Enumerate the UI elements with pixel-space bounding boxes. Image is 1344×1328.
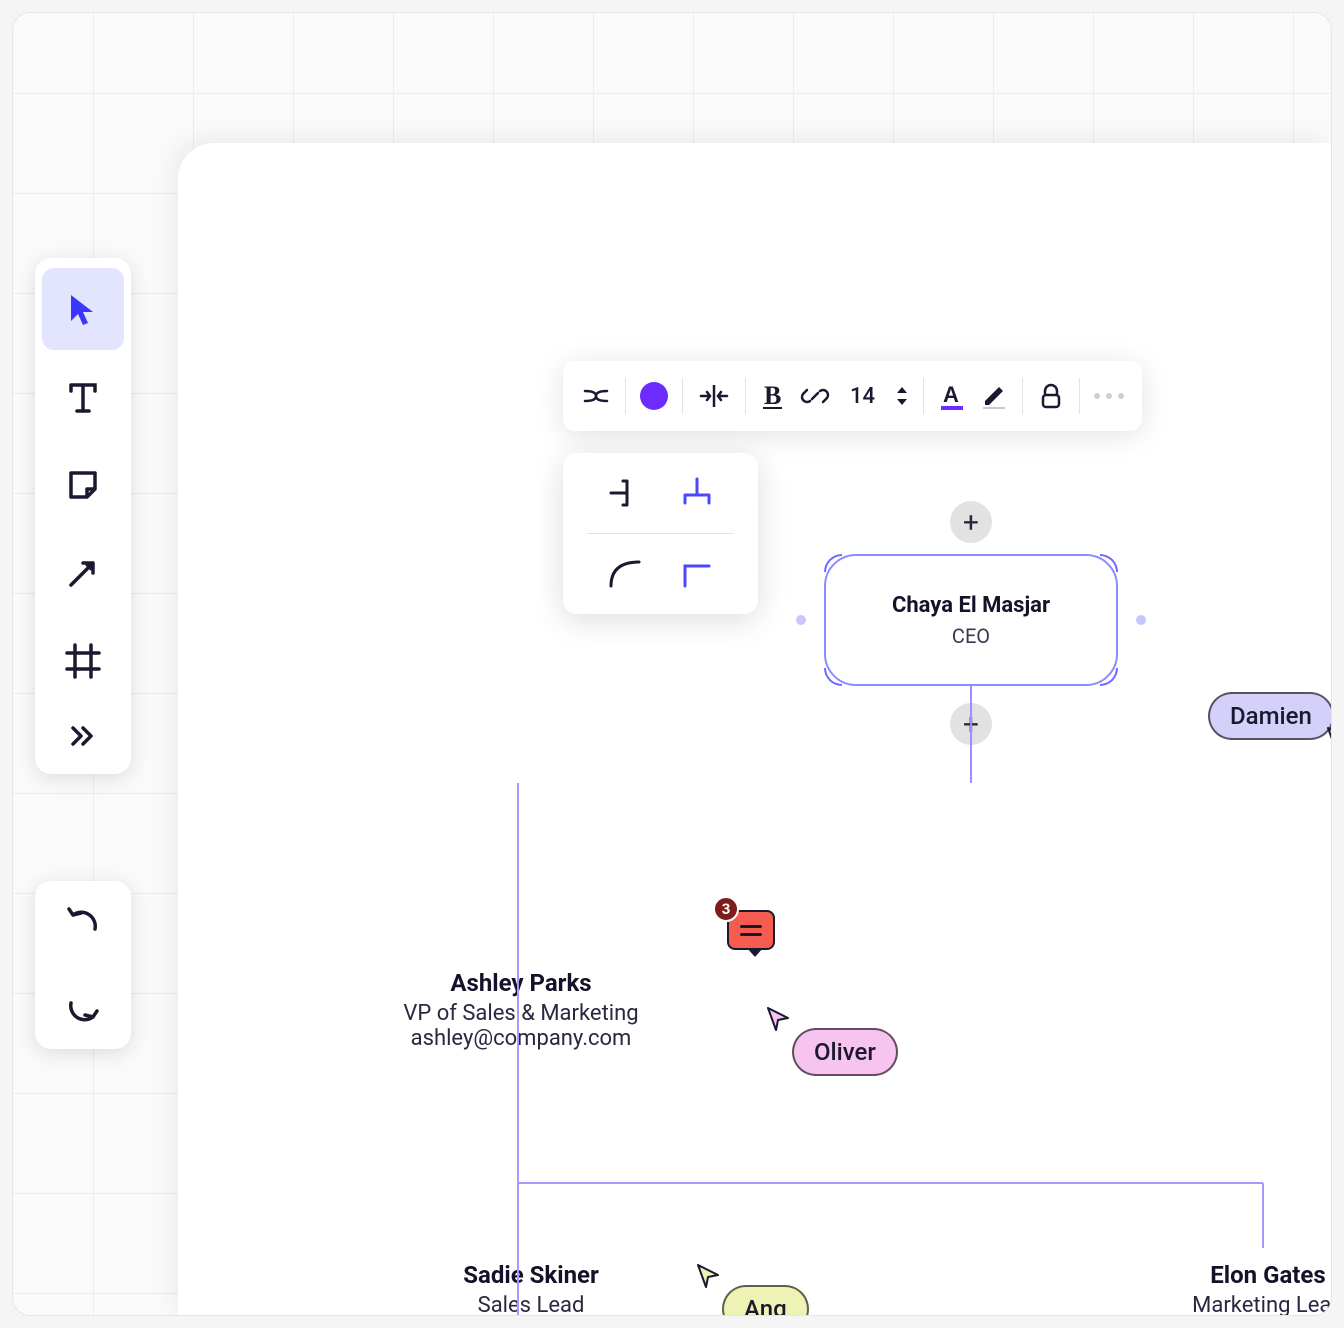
align-button[interactable] <box>697 381 731 411</box>
elon-role: Marketing Lead <box>1128 1293 1332 1316</box>
svg-text:A: A <box>943 382 959 407</box>
connector-style-button[interactable] <box>581 381 611 411</box>
lock-button[interactable] <box>1037 381 1065 411</box>
frame-tool[interactable] <box>42 620 124 702</box>
stepper-down-icon[interactable] <box>895 397 909 407</box>
connector-lines <box>178 143 1331 1315</box>
cursor-icon <box>696 1263 722 1289</box>
comment-count-badge: 3 <box>713 896 739 922</box>
ang-label: Ang <box>722 1285 809 1316</box>
format-toolbar: B 14 A <box>563 361 1142 431</box>
svg-text:B: B <box>764 381 781 410</box>
ceo-name: Chaya El Masjar <box>892 593 1050 618</box>
history-toolbar <box>35 881 131 1049</box>
redo-button[interactable] <box>63 989 103 1029</box>
undo-button[interactable] <box>63 901 103 941</box>
glenney-name: J. Glenney <box>1298 969 1332 997</box>
tools-toolbar <box>35 258 131 774</box>
add-below-button[interactable]: + <box>950 703 992 745</box>
edit-pencil-button[interactable] <box>980 382 1008 410</box>
branch-down-icon[interactable] <box>679 475 715 511</box>
glenney-node[interactable]: J. Glenney VP of Operatio jamesglenney@c… <box>1298 969 1332 1051</box>
elon-name: Elon Gates <box>1128 1261 1332 1289</box>
selection-handle-right[interactable] <box>1136 615 1146 625</box>
font-size-stepper[interactable] <box>895 385 909 407</box>
ceo-node[interactable]: Chaya El Masjar CEO <box>824 554 1118 686</box>
sticky-note-tool[interactable] <box>42 444 124 526</box>
ceo-role: CEO <box>952 624 990 648</box>
stepper-up-icon[interactable] <box>895 385 909 395</box>
glenney-role: VP of Operatio <box>1298 1001 1332 1026</box>
bold-button[interactable]: B <box>760 381 786 411</box>
branch-left-icon[interactable] <box>607 475 643 511</box>
connector-style-popover <box>563 453 758 614</box>
ashley-email: ashley@company.com <box>376 1026 666 1051</box>
collaborator-ang: Ang <box>698 1285 809 1316</box>
damien-label: Damien <box>1208 692 1332 740</box>
oliver-label: Oliver <box>792 1028 898 1076</box>
arrow-tool[interactable] <box>42 532 124 614</box>
canvas[interactable]: B 14 A <box>178 143 1331 1315</box>
ashley-node[interactable]: Ashley Parks VP of Sales & Marketing ash… <box>376 969 666 1051</box>
add-above-button[interactable]: + <box>950 501 992 543</box>
link-button[interactable] <box>800 381 830 411</box>
cursor-icon <box>1326 726 1332 752</box>
ashley-name: Ashley Parks <box>376 969 666 997</box>
collaborator-oliver: Oliver <box>768 1028 898 1076</box>
expand-tools-button[interactable] <box>42 708 124 764</box>
glenney-email: jamesglenney@com <box>1298 1026 1332 1051</box>
sadie-role: Sales Lead <box>396 1293 666 1316</box>
app-frame: B 14 A <box>12 12 1332 1316</box>
elon-node[interactable]: Elon Gates Marketing Lead el.gates@compa… <box>1128 1261 1332 1316</box>
font-size-value[interactable]: 14 <box>844 384 881 409</box>
more-button[interactable] <box>1094 393 1124 399</box>
curve-connector-icon[interactable] <box>607 556 643 592</box>
comment-thread[interactable]: 3 <box>727 910 775 950</box>
select-tool[interactable] <box>42 268 124 350</box>
sadie-name: Sadie Skiner <box>396 1261 666 1289</box>
sadie-node[interactable]: Sadie Skiner Sales Lead sadie@company.co… <box>396 1261 666 1316</box>
collaborator-damien: Damien <box>1208 692 1332 740</box>
elbow-connector-icon[interactable] <box>679 556 715 592</box>
cursor-icon <box>766 1006 792 1032</box>
text-color-button[interactable]: A <box>938 380 966 412</box>
fill-color-button[interactable] <box>640 382 668 410</box>
ashley-role: VP of Sales & Marketing <box>376 1001 666 1026</box>
selection-handle-left[interactable] <box>796 615 806 625</box>
text-tool[interactable] <box>42 356 124 438</box>
